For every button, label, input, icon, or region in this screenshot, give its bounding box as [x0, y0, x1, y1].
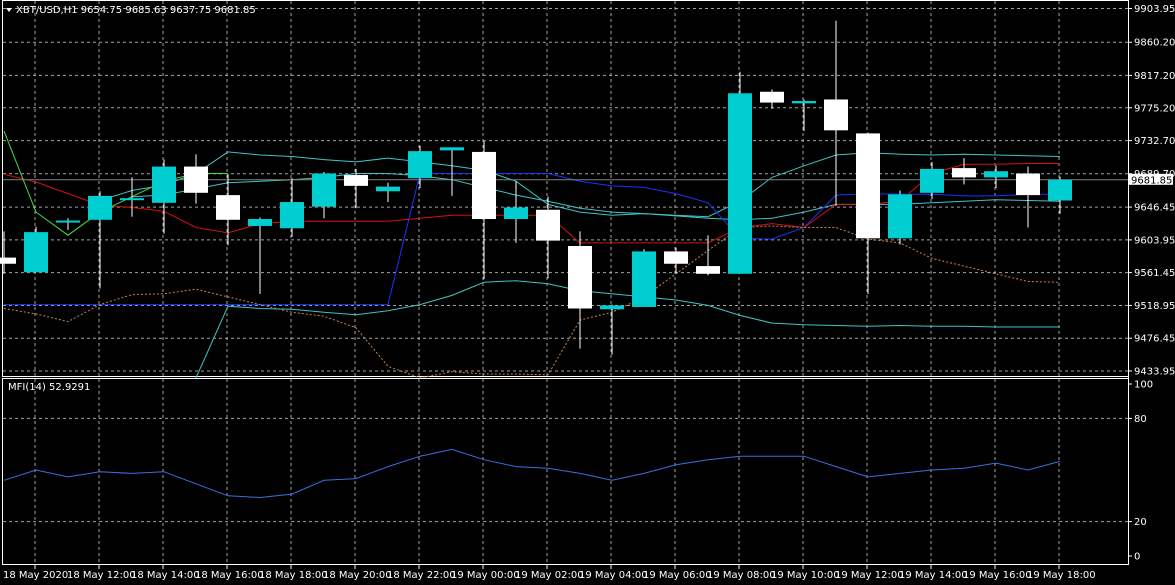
candle-body-bullish	[504, 207, 528, 220]
dropdown-triangle-icon[interactable]	[6, 8, 12, 12]
time-tick-label: 18 May 12:00	[67, 570, 136, 581]
candle-body-bearish	[344, 175, 368, 186]
candle-body-bearish	[824, 99, 848, 131]
mfi-label: MFI(14) 52.9291	[8, 382, 90, 393]
price-tick-label: 9775.20	[1134, 103, 1175, 114]
candle-body-bullish	[632, 251, 656, 307]
price-tick-label: 9476.45	[1134, 334, 1175, 345]
time-tick-label: 18 May 20:00	[323, 570, 392, 581]
price-tick-label: 9433.95	[1134, 367, 1175, 378]
chart-title: XBT/USD,H1 9654.75 9685.63 9637.75 9681.…	[16, 5, 256, 16]
candle-body-bullish	[1048, 179, 1072, 201]
candle-body-bearish	[856, 133, 880, 239]
time-tick-label: 19 May 12:00	[835, 570, 904, 581]
candle-body-bearish	[760, 91, 784, 103]
candle-body-bullish	[728, 93, 752, 274]
time-tick-label: 18 May 18:00	[259, 570, 328, 581]
candle-body-bearish	[216, 195, 240, 220]
candle-body-bullish	[408, 151, 432, 179]
candle-body-bullish	[248, 219, 272, 226]
time-tick-label: 19 May 16:00	[963, 570, 1032, 581]
mfi-tick-label: 100	[1134, 380, 1153, 391]
mfi-line	[3, 448, 1061, 499]
candle-body-bullish	[24, 232, 48, 273]
chart-window: 9903.959860.209817.209775.209732.709689.…	[0, 0, 1175, 585]
bollinger-lower-line	[195, 280, 1060, 379]
time-tick-label: 18 May 22:00	[387, 570, 456, 581]
time-tick-label: 19 May 08:00	[707, 570, 776, 581]
candle-body-bearish	[1016, 173, 1040, 196]
mfi-layer	[3, 448, 1061, 499]
candle-body-bullish	[440, 147, 464, 151]
dotted-indicator-line	[3, 225, 1061, 379]
candle-body-bullish	[376, 186, 400, 192]
candle-body-bullish	[152, 166, 176, 203]
candle-body-bearish	[952, 168, 976, 178]
mfi-tick-label: 20	[1134, 517, 1147, 528]
price-tick-label: 9646.45	[1134, 203, 1175, 214]
time-tick-label: 19 May 14:00	[899, 570, 968, 581]
grid-layer	[3, 1, 1128, 564]
price-tick-label: 9732.70	[1134, 136, 1175, 147]
candle-body-bullish	[280, 202, 304, 229]
chart-canvas[interactable]: 9903.959860.209817.209775.209732.709689.…	[0, 0, 1175, 585]
last-price-label: 9681.85	[1131, 175, 1172, 186]
time-tick-label: 18 May 2020	[3, 570, 68, 581]
frame-layer	[2, 0, 1129, 565]
time-tick-label: 18 May 16:00	[195, 570, 264, 581]
price-tick-label: 9860.20	[1134, 38, 1175, 49]
time-tick-label: 19 May 06:00	[643, 570, 712, 581]
price-tick-label: 9903.95	[1134, 4, 1175, 15]
price-tick-label: 9518.95	[1134, 301, 1175, 312]
candle-body-bearish	[184, 166, 208, 193]
candle-body-bullish	[56, 220, 80, 223]
time-tick-label: 19 May 04:00	[579, 570, 648, 581]
price-tick-label: 9603.95	[1134, 235, 1175, 246]
candle-body-bearish	[0, 257, 16, 264]
candle-body-bearish	[472, 151, 496, 220]
candle-body-bearish	[568, 246, 592, 309]
time-tick-label: 18 May 14:00	[131, 570, 200, 581]
time-tick-label: 19 May 00:00	[451, 570, 520, 581]
mfi-tick-label: 80	[1134, 414, 1147, 425]
candle-body-bullish	[120, 198, 144, 201]
candle-body-bullish	[312, 173, 336, 207]
time-tick-label: 19 May 10:00	[771, 570, 840, 581]
mfi-tick-label: 0	[1134, 552, 1140, 563]
candle-body-bullish	[792, 101, 816, 104]
candle-body-bearish	[696, 266, 720, 274]
time-tick-label: 19 May 02:00	[515, 570, 584, 581]
candle-body-bearish	[664, 251, 688, 264]
candle-body-bullish	[984, 171, 1008, 178]
candle-body-bullish	[600, 305, 624, 310]
candle-body-bullish	[88, 195, 112, 220]
price-tick-label: 9561.45	[1134, 268, 1175, 279]
candle-body-bearish	[536, 209, 560, 241]
price-tick-label: 9817.20	[1134, 71, 1175, 82]
candle-body-bullish	[920, 168, 944, 193]
time-tick-label: 19 May 18:00	[1027, 570, 1096, 581]
candle-body-bullish	[888, 194, 912, 239]
